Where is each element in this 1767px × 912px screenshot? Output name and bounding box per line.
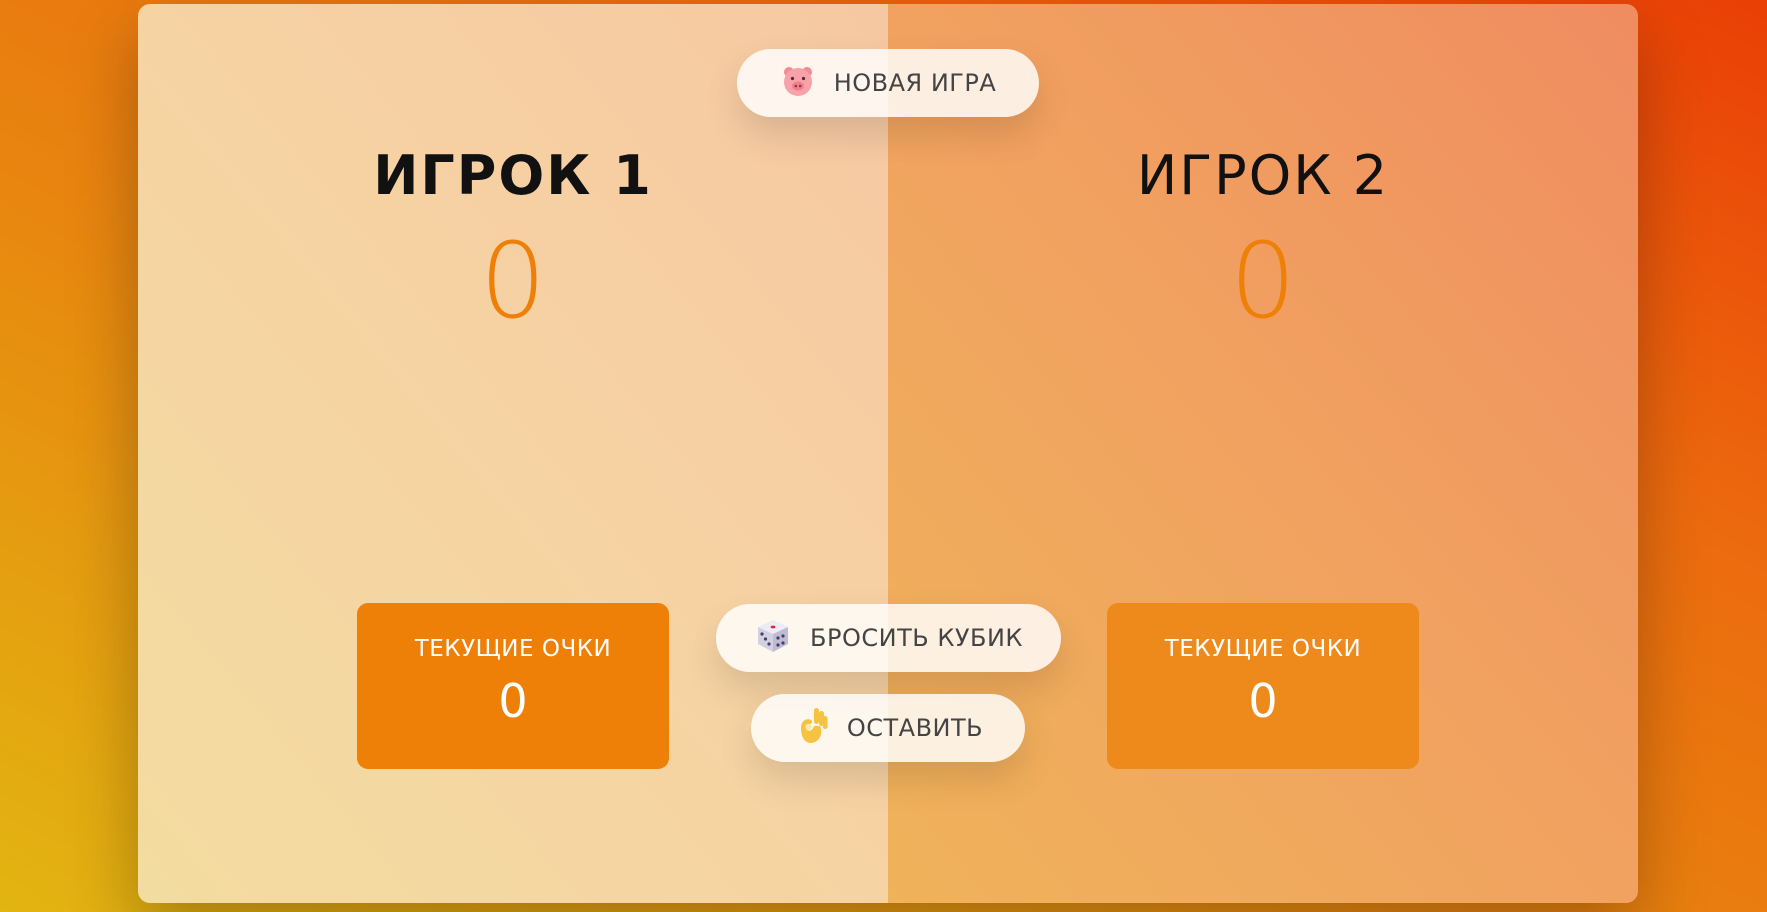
game-board: ИГРОК 1 0 ТЕКУЩИЕ ОЧКИ 0 ИГРОК 2 0 ТЕКУЩ… xyxy=(138,4,1638,903)
player-1-name: ИГРОК 1 xyxy=(373,144,653,207)
roll-dice-label: БРОСИТЬ КУБИК xyxy=(810,624,1023,652)
new-game-button[interactable]: НОВАЯ ИГРА xyxy=(737,49,1039,117)
player-1-current-score: 0 xyxy=(498,674,528,728)
player-1-current-label: ТЕКУЩИЕ ОЧКИ xyxy=(414,636,612,662)
new-game-label: НОВАЯ ИГРА xyxy=(833,69,997,97)
player-2-panel: ИГРОК 2 0 ТЕКУЩИЕ ОЧКИ 0 xyxy=(888,4,1638,903)
player-2-current-score: 0 xyxy=(1248,674,1278,728)
dice-icon xyxy=(754,617,792,659)
player-1-total-score: 0 xyxy=(479,220,547,342)
player-1-panel: ИГРОК 1 0 ТЕКУЩИЕ ОЧКИ 0 xyxy=(138,4,888,903)
hold-button[interactable]: ОСТАВИТЬ xyxy=(751,694,1025,762)
pig-icon xyxy=(780,63,816,103)
player-2-current-label: ТЕКУЩИЕ ОЧКИ xyxy=(1164,636,1362,662)
player-1-current-box: ТЕКУЩИЕ ОЧКИ 0 xyxy=(357,603,669,769)
player-2-current-box: ТЕКУЩИЕ ОЧКИ 0 xyxy=(1107,603,1419,769)
player-2-total-score: 0 xyxy=(1229,220,1297,342)
hold-label: ОСТАВИТЬ xyxy=(846,714,984,742)
ok-hand-icon xyxy=(793,706,829,750)
roll-dice-button[interactable]: БРОСИТЬ КУБИК xyxy=(716,604,1061,672)
player-2-name: ИГРОК 2 xyxy=(1136,144,1390,207)
